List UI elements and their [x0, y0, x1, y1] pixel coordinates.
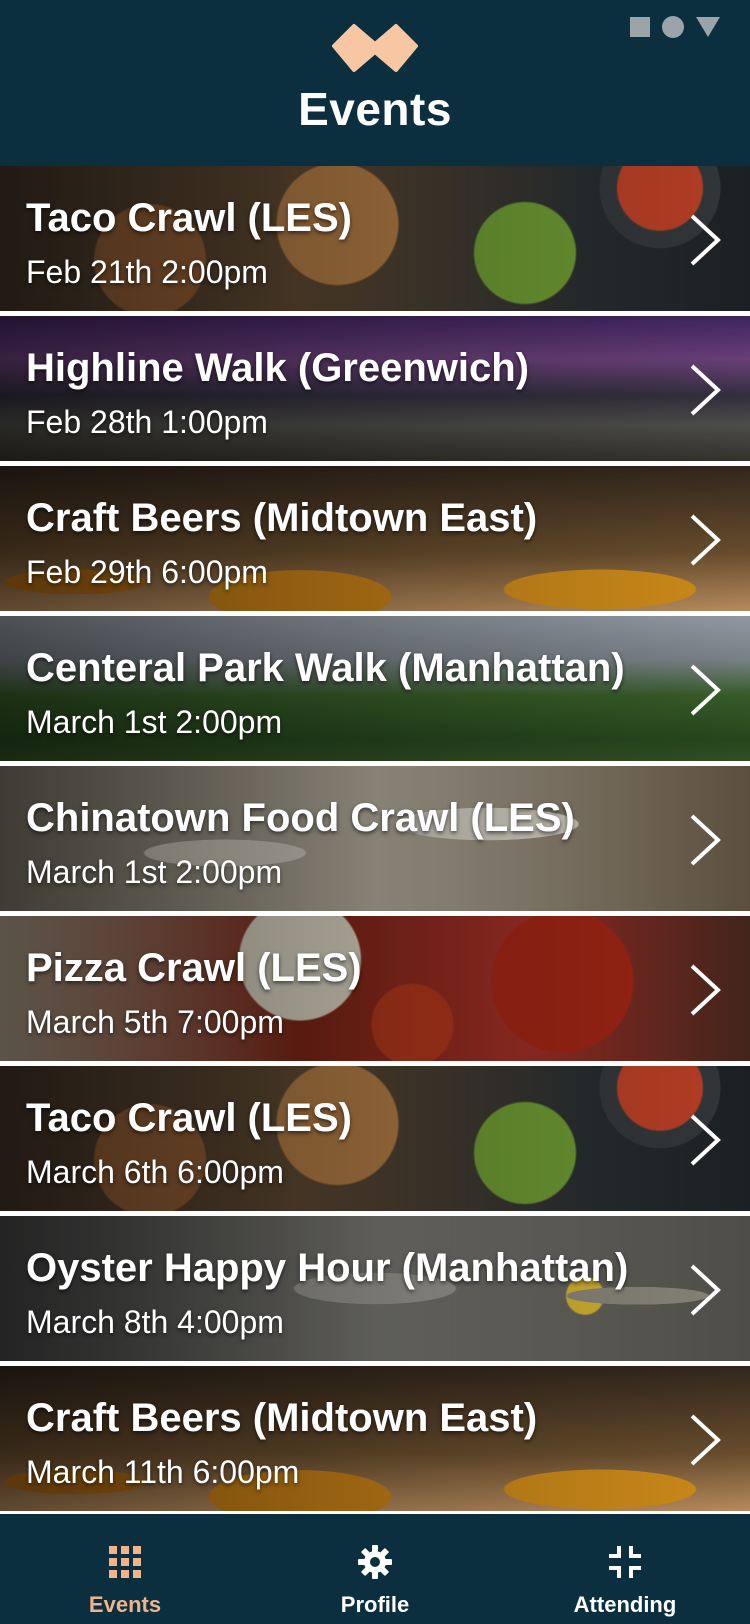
- chevron-right-icon[interactable]: [688, 662, 722, 718]
- chevron-right-icon[interactable]: [688, 962, 722, 1018]
- chevron-right-icon[interactable]: [688, 1262, 722, 1318]
- bottom-tab-bar: Events Profile Attending: [0, 1514, 750, 1624]
- event-row[interactable]: Taco Crawl (LES) Feb 21th 2:00pm: [0, 166, 750, 311]
- app-header: Events: [0, 0, 750, 166]
- tab-label: Attending: [573, 1592, 677, 1617]
- chevron-right-icon[interactable]: [688, 1412, 722, 1468]
- event-title: Craft Beers (Midtown East): [26, 496, 538, 540]
- event-date: March 8th 4:00pm: [26, 1304, 284, 1340]
- collapse-icon: [609, 1546, 641, 1578]
- event-title: Pizza Crawl (LES): [26, 946, 362, 990]
- event-title: Chinatown Food Crawl (LES): [26, 796, 575, 840]
- event-date: Feb 21th 2:00pm: [26, 254, 268, 290]
- grid-icon: [109, 1546, 141, 1578]
- chevron-right-icon[interactable]: [688, 212, 722, 268]
- event-row[interactable]: Pizza Crawl (LES) March 5th 7:00pm: [0, 916, 750, 1061]
- gear-icon: [358, 1545, 392, 1579]
- event-title: Highline Walk (Greenwich): [26, 346, 530, 390]
- circle-icon: [662, 16, 684, 38]
- event-date: Feb 28th 1:00pm: [26, 404, 268, 440]
- event-row[interactable]: Oyster Happy Hour (Manhattan) March 8th …: [0, 1216, 750, 1361]
- event-date: March 6th 6:00pm: [26, 1154, 284, 1190]
- tab-label: Profile: [340, 1592, 410, 1617]
- square-icon: [630, 17, 650, 37]
- page-title: Events: [298, 83, 452, 135]
- chevron-right-icon[interactable]: [688, 362, 722, 418]
- event-date: March 1st 2:00pm: [26, 704, 283, 740]
- events-list: Taco Crawl (LES) Feb 21th 2:00pm Highlin…: [0, 166, 750, 1516]
- event-date: March 5th 7:00pm: [26, 1004, 284, 1040]
- event-row[interactable]: Taco Crawl (LES) March 6th 6:00pm: [0, 1066, 750, 1211]
- event-date: Feb 29th 6:00pm: [26, 554, 268, 590]
- tab-events[interactable]: Events: [0, 1514, 250, 1624]
- chevron-right-icon[interactable]: [688, 512, 722, 568]
- event-title: Taco Crawl (LES): [26, 196, 352, 240]
- event-row[interactable]: Centeral Park Walk (Manhattan) March 1st…: [0, 616, 750, 761]
- event-title: Centeral Park Walk (Manhattan): [26, 646, 625, 690]
- status-bar: [630, 16, 720, 38]
- event-date: March 1st 2:00pm: [26, 854, 283, 890]
- infinity-logo-icon: [332, 24, 418, 72]
- tab-label: Events: [88, 1592, 162, 1617]
- tab-profile[interactable]: Profile: [250, 1514, 500, 1624]
- event-row[interactable]: Craft Beers (Midtown East) Feb 29th 6:00…: [0, 466, 750, 611]
- triangle-icon: [696, 17, 720, 37]
- chevron-right-icon[interactable]: [688, 1112, 722, 1168]
- event-row[interactable]: Craft Beers (Midtown East) March 11th 6:…: [0, 1366, 750, 1511]
- event-title: Taco Crawl (LES): [26, 1096, 352, 1140]
- event-row[interactable]: Highline Walk (Greenwich) Feb 28th 1:00p…: [0, 316, 750, 461]
- chevron-right-icon[interactable]: [688, 812, 722, 868]
- event-date: March 11th 6:00pm: [26, 1454, 300, 1490]
- event-row[interactable]: Chinatown Food Crawl (LES) March 1st 2:0…: [0, 766, 750, 911]
- event-title: Oyster Happy Hour (Manhattan): [26, 1246, 629, 1290]
- event-title: Craft Beers (Midtown East): [26, 1396, 538, 1440]
- tab-attending[interactable]: Attending: [500, 1514, 750, 1624]
